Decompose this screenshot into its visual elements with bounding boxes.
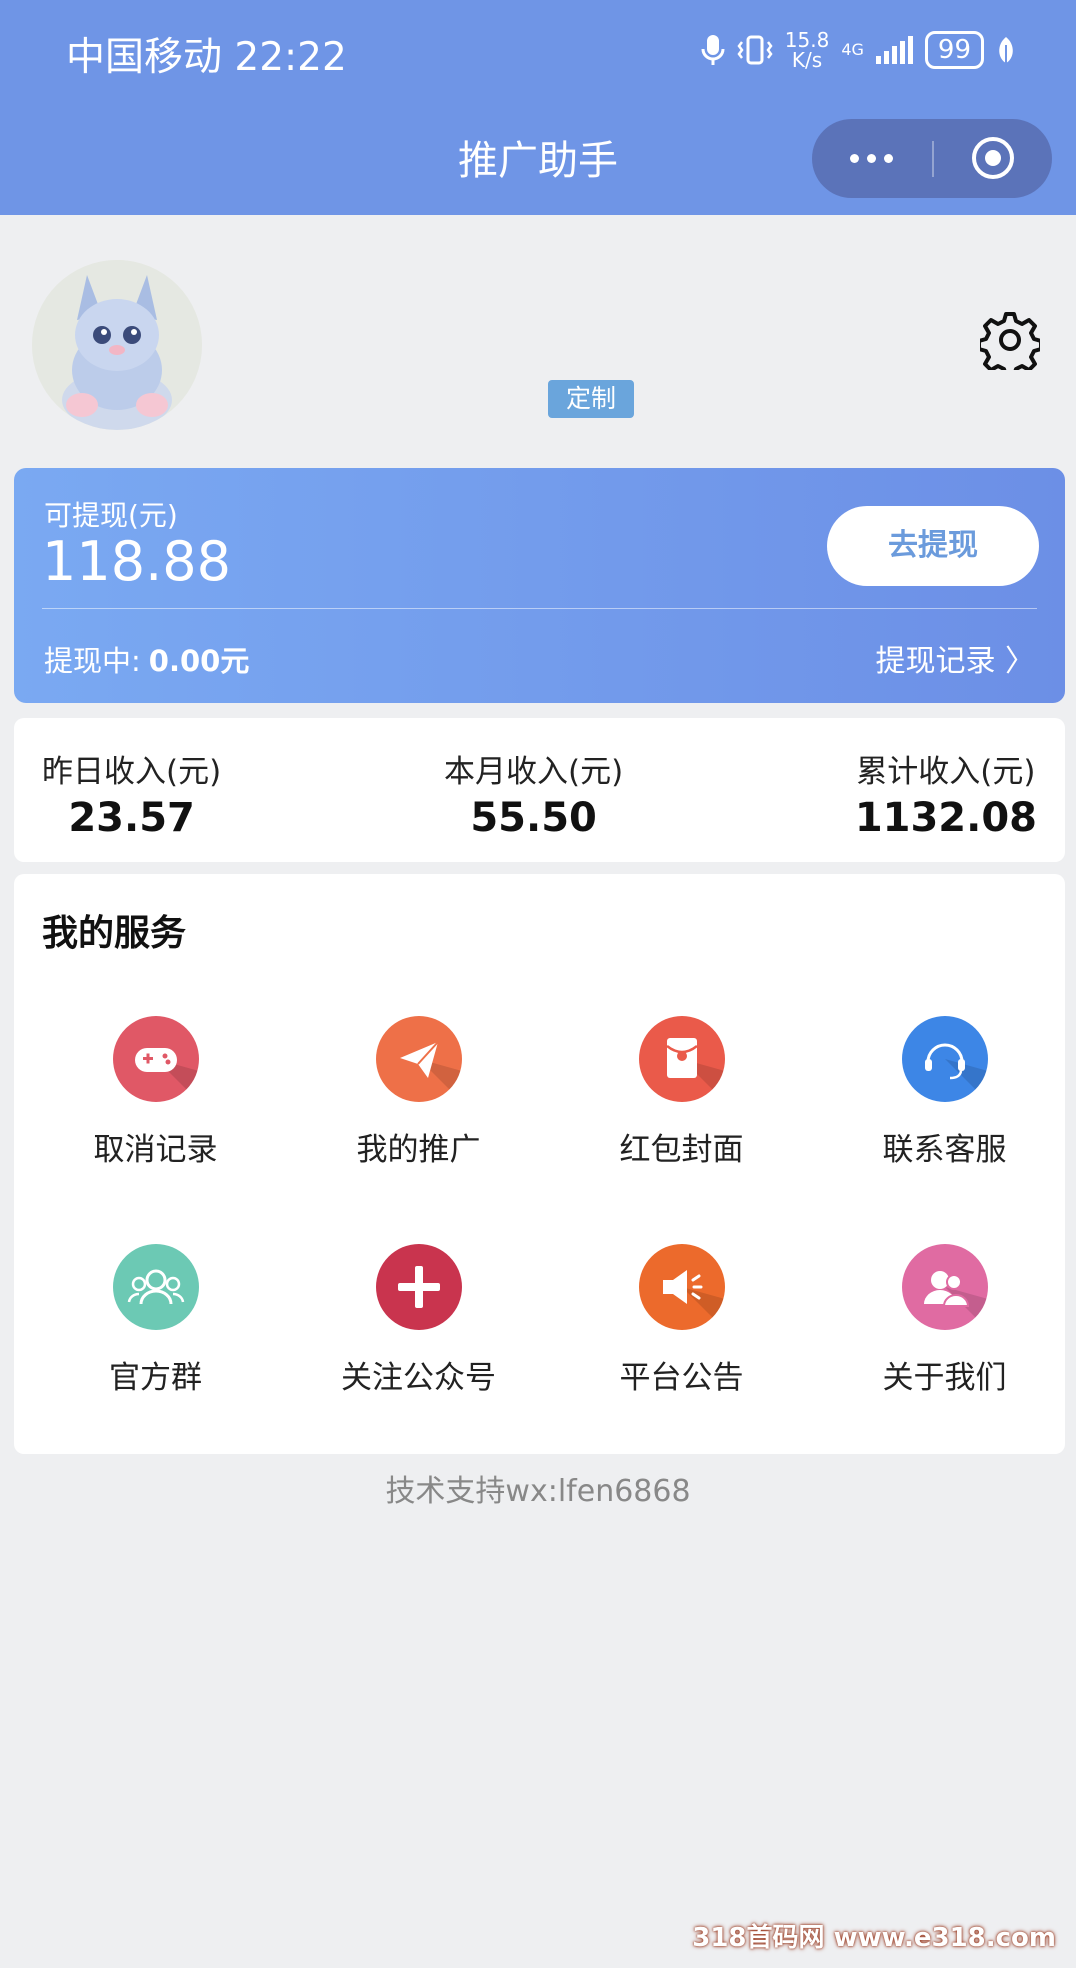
services-grid: 取消记录 我的推广 红包封面 联系客服 官方群 关注公众号 平台公告 关于我们	[14, 874, 1065, 1454]
income-value: 55.50	[470, 795, 597, 841]
capsule-divider	[932, 141, 934, 177]
vibrate-icon	[737, 35, 773, 65]
red-envelope-icon	[638, 1016, 725, 1102]
group-icon	[112, 1244, 199, 1330]
balance-card: 可提现(元) 118.88 去提现 提现中: 0.00元 提现记录 〉	[14, 468, 1065, 703]
site-watermark: 318首码网 www.e318.com	[692, 1923, 1056, 1953]
service-follow-account[interactable]: 关注公众号	[287, 1244, 550, 1397]
headset-icon	[901, 1016, 988, 1102]
gear-icon[interactable]	[980, 310, 1040, 370]
balance-label: 可提现(元)	[44, 499, 178, 532]
income-month: 本月收入(元) 55.50	[444, 746, 623, 841]
service-label: 取消记录	[93, 1132, 218, 1168]
income-summary-card: 昨日收入(元) 23.57 本月收入(元) 55.50 累计收入(元) 1132…	[14, 718, 1065, 862]
services-card: 我的服务 取消记录 我的推广 红包封面 联系客服 官方群 关注公众号 平台公告 …	[14, 874, 1065, 1454]
pending-value: 0.00元	[148, 644, 250, 678]
service-contact-support[interactable]: 联系客服	[813, 1016, 1076, 1169]
withdraw-records-link[interactable]: 提现记录 〉	[875, 636, 1035, 680]
megaphone-icon	[638, 1244, 725, 1330]
income-total: 累计收入(元) 1132.08	[855, 746, 1037, 841]
microphone-icon	[701, 35, 725, 65]
pending-withdrawal: 提现中: 0.00元	[44, 638, 249, 680]
miniprogram-capsule	[812, 119, 1052, 198]
custom-badge: 定制	[548, 380, 634, 418]
service-cancel-records[interactable]: 取消记录	[24, 1016, 287, 1169]
plus-icon	[375, 1244, 462, 1330]
service-label: 关注公众号	[341, 1360, 496, 1396]
more-menu-icon[interactable]	[850, 119, 893, 198]
gamepad-icon	[112, 1016, 199, 1102]
service-label: 红包封面	[619, 1132, 744, 1168]
service-label: 平台公告	[619, 1360, 744, 1396]
income-value: 23.57	[68, 795, 195, 841]
income-label: 昨日收入(元)	[42, 754, 222, 790]
plush-toy-image	[32, 260, 202, 430]
header-bar: 中国移动 22:22 15.8 K/s 4G 99 推广助手	[0, 0, 1076, 215]
users-icon	[901, 1244, 988, 1330]
income-label: 累计收入(元)	[856, 754, 1036, 790]
balance-value: 118.88	[42, 530, 231, 593]
income-value: 1132.08	[854, 795, 1037, 841]
carrier-time: 中国移动 22:22	[66, 35, 347, 80]
service-label: 官方群	[109, 1360, 202, 1396]
balance-divider	[42, 608, 1037, 609]
tech-support-text: 技术支持wx:lfen6868	[385, 1474, 691, 1509]
service-my-promotion[interactable]: 我的推广	[287, 1016, 550, 1169]
network-type: 4G	[841, 40, 864, 59]
signal-icon	[875, 36, 913, 64]
leaf-icon	[999, 37, 1013, 63]
service-label: 联系客服	[882, 1132, 1007, 1168]
close-miniprogram-icon[interactable]	[972, 137, 1014, 179]
paper-plane-icon	[375, 1016, 462, 1102]
avatar[interactable]	[32, 260, 202, 430]
service-official-group[interactable]: 官方群	[24, 1244, 287, 1397]
withdraw-button[interactable]: 去提现	[827, 506, 1039, 586]
pending-label: 提现中:	[44, 644, 141, 678]
income-yesterday: 昨日收入(元) 23.57	[42, 746, 221, 841]
service-announcements[interactable]: 平台公告	[550, 1244, 813, 1397]
service-label: 我的推广	[356, 1132, 481, 1168]
service-red-envelope-cover[interactable]: 红包封面	[550, 1016, 813, 1169]
battery-indicator: 99	[924, 31, 984, 69]
service-label: 关于我们	[882, 1360, 1007, 1396]
income-label: 本月收入(元)	[444, 754, 624, 790]
network-speed: 15.8 K/s	[784, 28, 830, 72]
status-icons: 15.8 K/s 4G 99	[701, 30, 1016, 70]
service-about-us[interactable]: 关于我们	[813, 1244, 1076, 1397]
